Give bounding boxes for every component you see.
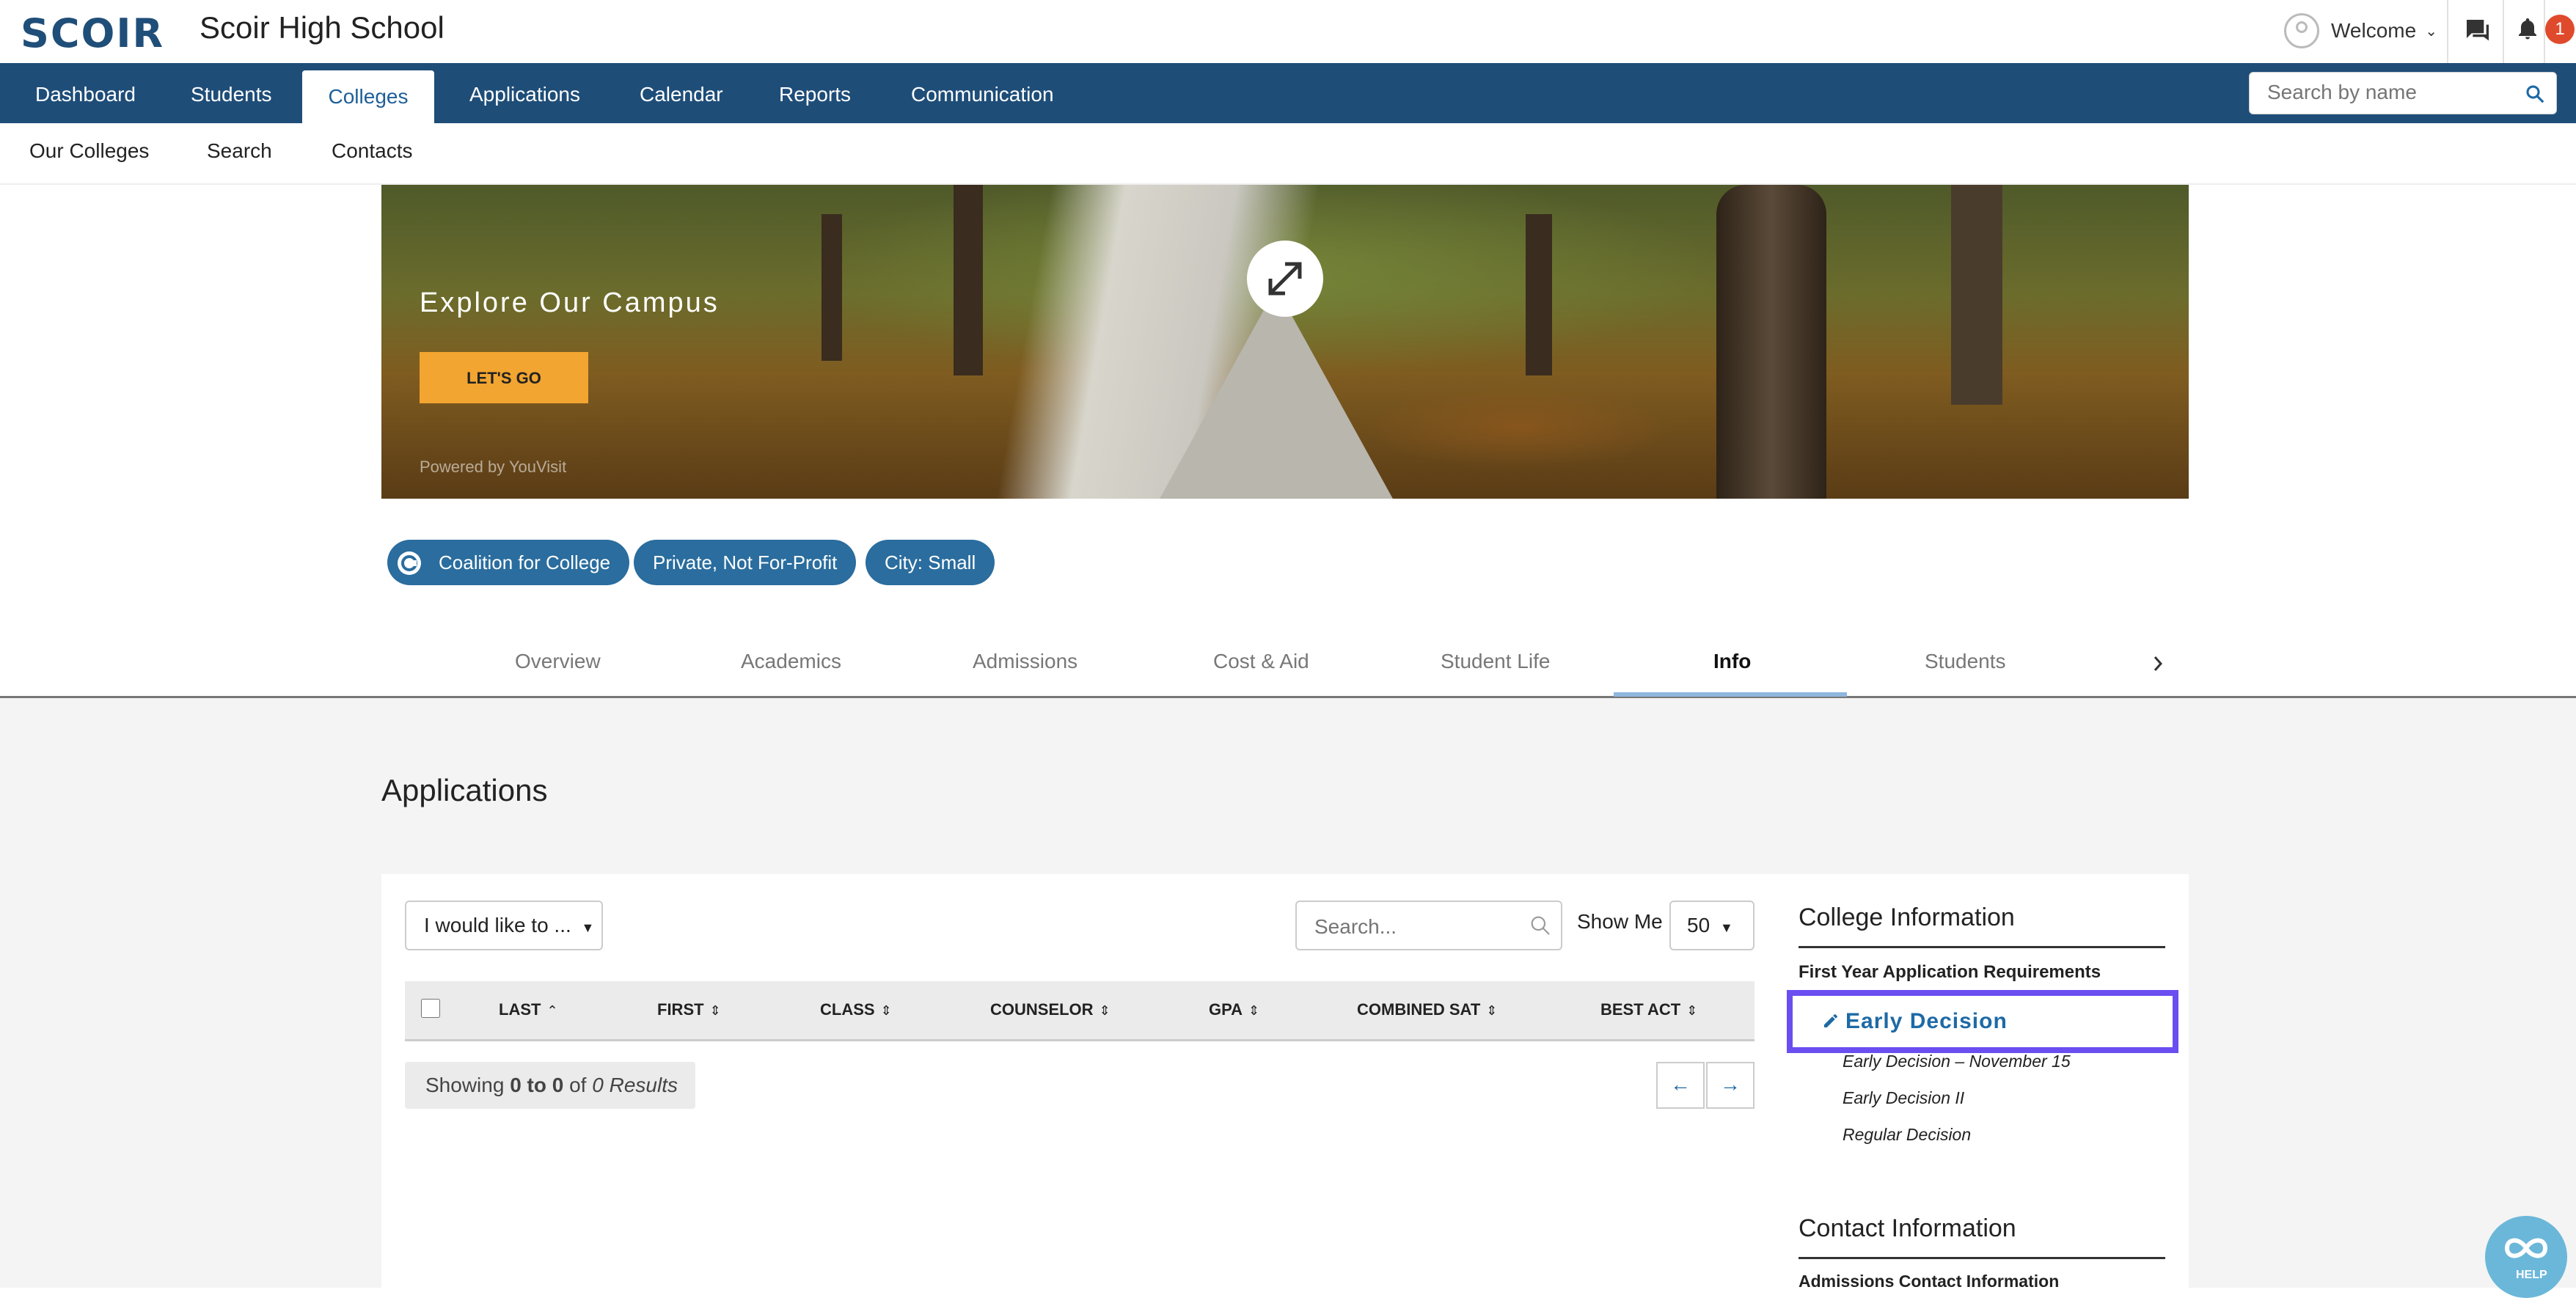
col-combined-sat[interactable]: COMBINED SAT ⇕ bbox=[1357, 1000, 1497, 1019]
next-page-button[interactable]: → bbox=[1706, 1062, 1754, 1109]
sort-icon: ⇕ bbox=[1486, 1003, 1498, 1018]
results-summary: Showing 0 to 0 of 0 Results bbox=[405, 1062, 695, 1109]
page-size-select[interactable]: 50 ▼ bbox=[1669, 901, 1754, 950]
top-bar: SCOIR Scoir High School Welcome ⌄ 1 bbox=[0, 0, 2576, 63]
requirements-heading: First Year Application Requirements bbox=[1799, 962, 2101, 982]
search-icon[interactable] bbox=[1529, 914, 1552, 937]
sort-icon: ⇕ bbox=[1248, 1003, 1260, 1018]
tab-cost-aid[interactable]: Cost & Aid bbox=[1213, 650, 1309, 673]
col-last[interactable]: LAST ⌃ bbox=[499, 1000, 558, 1019]
caret-down-icon: ▼ bbox=[1719, 920, 1733, 935]
nav-dashboard[interactable]: Dashboard bbox=[35, 63, 136, 123]
subnav-search[interactable]: Search bbox=[207, 139, 272, 163]
col-counselor[interactable]: COUNSELOR ⇕ bbox=[990, 1000, 1110, 1019]
sort-icon: ⇕ bbox=[709, 1003, 721, 1018]
chevron-down-icon: ⌄ bbox=[2425, 23, 2437, 40]
tree-trunk bbox=[954, 185, 983, 375]
tab-overview[interactable]: Overview bbox=[515, 650, 601, 673]
hero-path-graphic bbox=[1159, 287, 1394, 499]
school-name: Scoir High School bbox=[200, 10, 444, 45]
deadline-item[interactable]: Early Decision II bbox=[1843, 1088, 1964, 1108]
college-info-title: College Information bbox=[1799, 903, 2015, 931]
nav-colleges[interactable]: Colleges bbox=[302, 70, 434, 123]
powered-by-label: Powered by YouVisit bbox=[420, 458, 567, 476]
col-gpa[interactable]: GPA ⇕ bbox=[1209, 1000, 1259, 1019]
sort-asc-icon: ⌃ bbox=[546, 1003, 558, 1018]
expand-button[interactable] bbox=[1247, 241, 1323, 317]
scoir-logo[interactable]: SCOIR bbox=[21, 10, 164, 56]
tag-city-small: City: Small bbox=[866, 540, 995, 585]
welcome-label: Welcome bbox=[2331, 19, 2417, 42]
deadline-item[interactable]: Early Decision – November 15 bbox=[1843, 1052, 2071, 1071]
tree-trunk bbox=[1951, 185, 2002, 405]
tab-admissions[interactable]: Admissions bbox=[973, 650, 1077, 673]
nav-calendar[interactable]: Calendar bbox=[640, 63, 723, 123]
tag-coalition-label: Coalition for College bbox=[439, 551, 611, 573]
infinity-icon bbox=[2504, 1238, 2548, 1258]
messages-icon[interactable] bbox=[2463, 16, 2492, 45]
early-decision-link[interactable]: Early Decision bbox=[1845, 1009, 2008, 1034]
tree-trunk bbox=[822, 214, 842, 361]
page-title: Applications bbox=[381, 773, 548, 807]
sub-nav: Our Colleges Search Contacts bbox=[0, 123, 2576, 185]
tree-trunk bbox=[1526, 214, 1552, 375]
tab-info[interactable]: Info bbox=[1713, 650, 1751, 673]
campus-tour-banner: Explore Our Campus LET'S GO Powered by Y… bbox=[381, 185, 2189, 499]
action-select-label: I would like to ... bbox=[424, 914, 571, 936]
sort-icon: ⇕ bbox=[1686, 1003, 1698, 1018]
college-tabs: Overview Academics Admissions Cost & Aid… bbox=[0, 631, 2576, 698]
notification-badge[interactable]: 1 bbox=[2545, 15, 2575, 44]
col-first[interactable]: FIRST ⇕ bbox=[657, 1000, 721, 1019]
divider bbox=[2503, 0, 2504, 63]
table-header: LAST ⌃ FIRST ⇕ CLASS ⇕ COUNSELOR ⇕ GPA ⇕ COMB… bbox=[405, 981, 1754, 1041]
chevron-right-icon[interactable] bbox=[2149, 653, 2167, 675]
show-me-label: Show Me bbox=[1577, 910, 1663, 933]
coalition-icon bbox=[398, 551, 421, 575]
tag-private-nonprofit: Private, Not For-Profit bbox=[634, 540, 857, 585]
deadline-item[interactable]: Regular Decision bbox=[1843, 1125, 1971, 1145]
nav-reports[interactable]: Reports bbox=[779, 63, 851, 123]
lets-go-button[interactable]: LET'S GO bbox=[420, 352, 588, 403]
sort-icon: ⇕ bbox=[880, 1003, 892, 1018]
applications-search-input[interactable] bbox=[1313, 914, 1521, 939]
name-search-input[interactable] bbox=[2266, 80, 2518, 105]
help-button[interactable] bbox=[2485, 1216, 2567, 1298]
tag-coalition: Coalition for College bbox=[387, 540, 630, 585]
contact-info-title: Contact Information bbox=[1799, 1214, 2016, 1242]
name-search bbox=[2249, 72, 2557, 114]
divider bbox=[2447, 0, 2448, 63]
col-class[interactable]: CLASS ⇕ bbox=[820, 1000, 892, 1019]
user-menu[interactable]: Welcome ⌄ bbox=[2284, 12, 2437, 50]
page-size-value: 50 bbox=[1687, 914, 1710, 936]
divider bbox=[1799, 946, 2165, 948]
bell-icon[interactable] bbox=[2514, 15, 2541, 44]
hero-title: Explore Our Campus bbox=[420, 287, 720, 318]
subnav-contacts[interactable]: Contacts bbox=[332, 139, 413, 163]
col-best-act[interactable]: BEST ACT ⇕ bbox=[1600, 1000, 1697, 1019]
pencil-icon[interactable] bbox=[1822, 1012, 1840, 1030]
main-nav: Dashboard Students Colleges Applications… bbox=[0, 63, 2576, 123]
tree-trunk bbox=[1716, 185, 1826, 499]
help-label: HELP bbox=[2516, 1269, 2547, 1281]
tab-student-life[interactable]: Student Life bbox=[1441, 650, 1550, 673]
expand-icon bbox=[1268, 262, 1302, 296]
action-select[interactable]: I would like to ... ▼ bbox=[405, 901, 603, 950]
nav-students[interactable]: Students bbox=[191, 63, 272, 123]
admissions-contact-heading: Admissions Contact Information bbox=[1799, 1272, 2060, 1291]
select-all-checkbox[interactable] bbox=[421, 999, 440, 1018]
sort-icon: ⇕ bbox=[1099, 1003, 1110, 1018]
avatar-icon bbox=[2284, 13, 2319, 48]
caret-down-icon: ▼ bbox=[581, 920, 595, 935]
subnav-our-colleges[interactable]: Our Colleges bbox=[29, 139, 149, 163]
search-icon[interactable] bbox=[2524, 83, 2546, 105]
prev-page-button[interactable]: ← bbox=[1656, 1062, 1705, 1109]
nav-applications[interactable]: Applications bbox=[469, 63, 580, 123]
divider bbox=[1799, 1257, 2165, 1259]
applications-search bbox=[1295, 901, 1562, 950]
tab-academics[interactable]: Academics bbox=[741, 650, 841, 673]
tab-students[interactable]: Students bbox=[1925, 650, 2006, 673]
nav-communication[interactable]: Communication bbox=[911, 63, 1054, 123]
active-tab-indicator bbox=[1614, 692, 1847, 697]
